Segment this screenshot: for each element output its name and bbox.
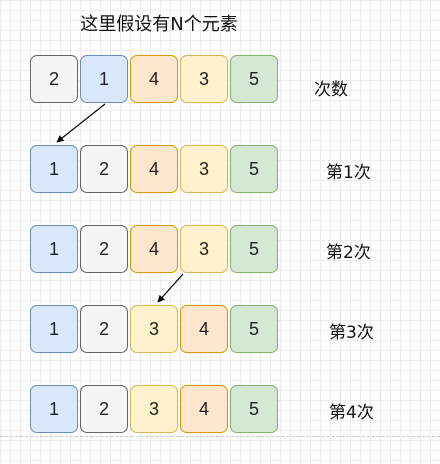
- page-divider: [0, 436, 440, 437]
- move-arrow: [56, 103, 106, 143]
- move-arrow: [157, 273, 184, 303]
- arrows-layer: [56, 103, 184, 303]
